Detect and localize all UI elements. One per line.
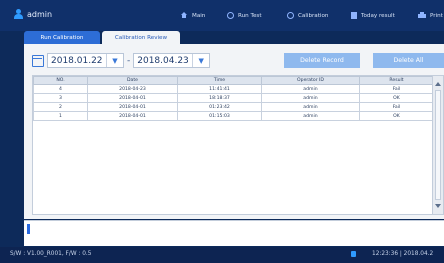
table-row[interactable]: 3 2018-04-01 18:18:37 admin OK bbox=[33, 93, 434, 103]
user-name: admin bbox=[27, 9, 53, 19]
date-filter: 2018.01.22 ▼ - 2018.04.23 ▼ bbox=[32, 52, 211, 69]
column-header-date[interactable]: Date bbox=[87, 76, 178, 85]
text-cursor bbox=[27, 224, 30, 234]
scroll-up-icon[interactable] bbox=[435, 82, 441, 86]
to-date-field[interactable]: 2018.04.23 ▼ bbox=[133, 53, 211, 68]
cell-operator: admin bbox=[261, 93, 360, 103]
nav-calibration[interactable]: Calibration bbox=[287, 12, 328, 19]
table-scrollbar[interactable] bbox=[432, 76, 443, 214]
cell-no: 4 bbox=[33, 84, 88, 94]
tab-run-calibration[interactable]: Run Calibration bbox=[24, 31, 100, 44]
circle-icon bbox=[287, 12, 294, 19]
scroll-thumb[interactable] bbox=[435, 90, 441, 200]
message-input-area[interactable] bbox=[24, 220, 444, 246]
cell-no: 1 bbox=[33, 111, 88, 121]
delete-all-button[interactable]: Delete All bbox=[373, 53, 444, 68]
table-row[interactable]: 1 2018-04-01 01:15:03 admin OK bbox=[33, 111, 434, 121]
cell-result: OK bbox=[359, 93, 434, 103]
lock-icon bbox=[351, 251, 356, 257]
user-indicator: admin bbox=[14, 9, 52, 19]
cell-operator: admin bbox=[261, 102, 360, 112]
table-row[interactable]: 2 2018-04-01 01:23:42 admin Fail bbox=[33, 102, 434, 112]
table-row[interactable]: 4 2018-04-23 11:41:41 admin Fail bbox=[33, 84, 434, 94]
top-bar: admin Main Run Test Calibration Today re… bbox=[0, 0, 444, 31]
tab-calibration-review[interactable]: Calibration Review bbox=[102, 31, 180, 44]
table-header-row: NO. Date Time Operator ID Result bbox=[33, 76, 434, 85]
date-separator: - bbox=[127, 55, 131, 66]
cell-no: 2 bbox=[33, 102, 88, 112]
circle-icon bbox=[227, 12, 234, 19]
cell-result: OK bbox=[359, 111, 434, 121]
document-icon bbox=[351, 12, 357, 19]
cell-operator: admin bbox=[261, 84, 360, 94]
cell-time: 01:23:42 bbox=[177, 102, 262, 112]
delete-record-button[interactable]: Delete Record bbox=[284, 53, 360, 68]
calibration-review-panel: 2018.01.22 ▼ - 2018.04.23 ▼ Delete Recor… bbox=[24, 44, 444, 219]
to-date-value: 2018.04.23 bbox=[137, 55, 189, 66]
chevron-down-icon[interactable]: ▼ bbox=[106, 54, 123, 67]
status-bar: S/W : V1.00_R001, F/W : 0.5 12:23:36 | 2… bbox=[0, 247, 444, 263]
from-date-field[interactable]: 2018.01.22 ▼ bbox=[47, 53, 124, 68]
version-info: S/W : V1.00_R001, F/W : 0.5 bbox=[10, 251, 92, 257]
column-header-operator-id[interactable]: Operator ID bbox=[261, 76, 360, 85]
nav-main[interactable]: Main bbox=[180, 12, 205, 19]
cell-operator: admin bbox=[261, 111, 360, 121]
column-header-no[interactable]: NO. bbox=[33, 76, 88, 85]
user-icon bbox=[14, 9, 23, 19]
home-icon bbox=[180, 12, 188, 19]
cell-date: 2018-04-23 bbox=[87, 84, 178, 94]
scroll-down-icon[interactable] bbox=[435, 204, 441, 208]
clock: 12:23:36 | 2018.04.2 bbox=[372, 251, 434, 257]
column-header-time[interactable]: Time bbox=[177, 76, 262, 85]
cell-time: 11:41:41 bbox=[177, 84, 262, 94]
printer-icon bbox=[418, 12, 426, 19]
nav-today-result[interactable]: Today result bbox=[351, 12, 395, 19]
from-date-value: 2018.01.22 bbox=[51, 55, 103, 66]
cell-date: 2018-04-01 bbox=[87, 102, 178, 112]
calendar-icon[interactable] bbox=[32, 54, 44, 67]
cell-no: 3 bbox=[33, 93, 88, 103]
calibration-table: NO. Date Time Operator ID Result 4 2018-… bbox=[32, 75, 444, 215]
cell-result: Fail bbox=[359, 102, 434, 112]
nav-print[interactable]: Print bbox=[418, 12, 443, 19]
column-header-result[interactable]: Result bbox=[359, 76, 434, 85]
cell-time: 01:15:03 bbox=[177, 111, 262, 121]
cell-result: Fail bbox=[359, 84, 434, 94]
cell-date: 2018-04-01 bbox=[87, 93, 178, 103]
nav-run-test[interactable]: Run Test bbox=[227, 12, 262, 19]
cell-date: 2018-04-01 bbox=[87, 111, 178, 121]
cell-time: 18:18:37 bbox=[177, 93, 262, 103]
chevron-down-icon[interactable]: ▼ bbox=[192, 54, 209, 67]
